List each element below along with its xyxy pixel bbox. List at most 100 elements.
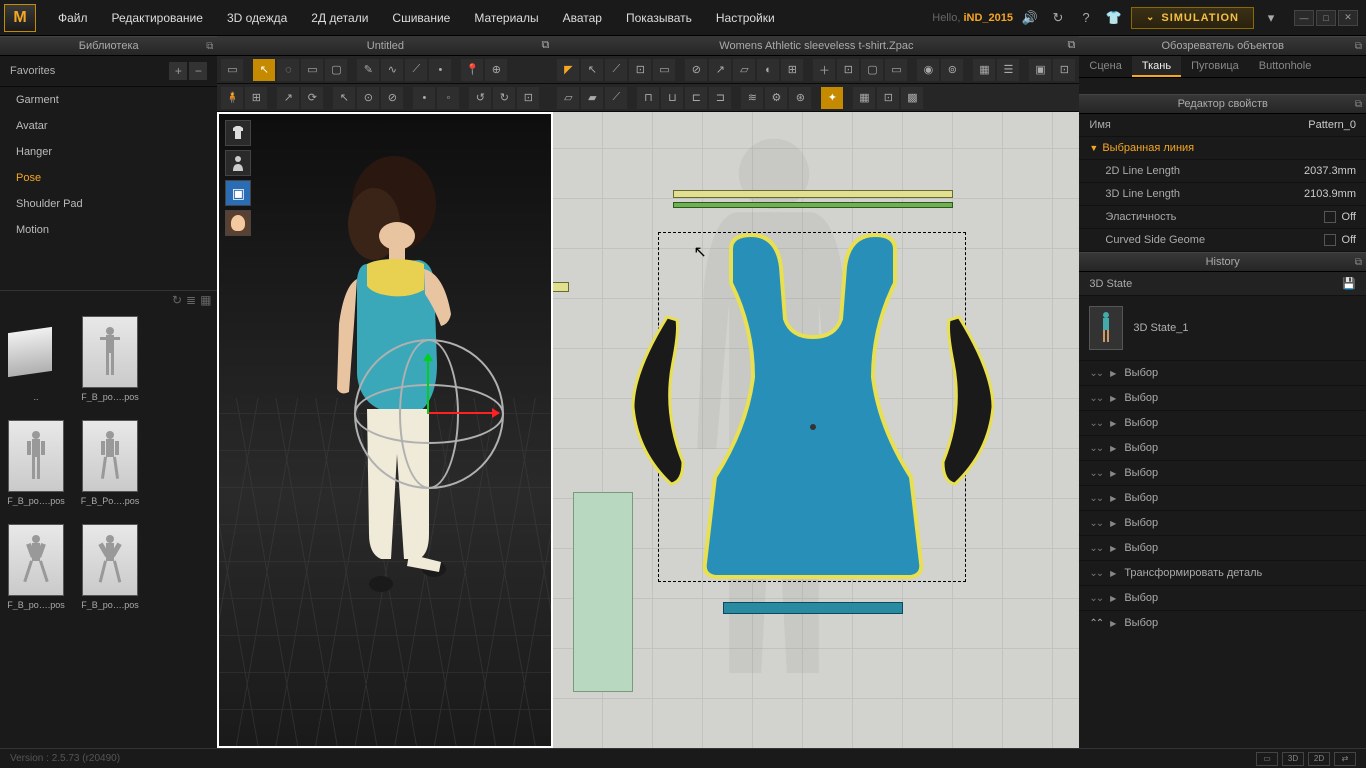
- tool2d-a[interactable]: ⊡: [629, 59, 651, 81]
- thumb-pose-1[interactable]: F_B_po….pos: [78, 316, 142, 402]
- checkbox-icon[interactable]: [1324, 234, 1336, 246]
- popout-icon[interactable]: ⧉: [1068, 39, 1076, 52]
- tool-d[interactable]: ⊙: [357, 87, 379, 109]
- layout-2d-button[interactable]: 2D: [1308, 752, 1330, 766]
- sew-a[interactable]: ▱: [557, 87, 579, 109]
- shirt-icon[interactable]: 👕: [1103, 7, 1125, 29]
- tool-move[interactable]: ↖: [253, 59, 275, 81]
- lib-item-avatar[interactable]: Avatar: [0, 113, 217, 139]
- thumb-folder-up[interactable]: ..: [4, 316, 68, 402]
- tool-select[interactable]: ▭: [221, 59, 243, 81]
- dropdown-icon[interactable]: ▾: [1260, 7, 1282, 29]
- pattern-shape-side-left[interactable]: [623, 312, 693, 492]
- state-thumbnail[interactable]: 3D State_1: [1085, 302, 1360, 354]
- add-favorite-button[interactable]: +: [169, 62, 187, 80]
- tab-scene[interactable]: Сцена: [1079, 56, 1131, 77]
- tool-lasso[interactable]: ◌: [277, 59, 299, 81]
- tool2d-l[interactable]: ⊚: [941, 59, 963, 81]
- menu-avatar[interactable]: Аватар: [553, 5, 612, 31]
- history-row[interactable]: ⌄⌄▶Трансформировать деталь: [1079, 560, 1366, 585]
- tool-b[interactable]: ⟳: [301, 87, 323, 109]
- remove-favorite-button[interactable]: −: [189, 62, 207, 80]
- tool-rect[interactable]: ▭: [301, 59, 323, 81]
- sew-d[interactable]: ⊓: [637, 87, 659, 109]
- sound-icon[interactable]: 🔊: [1019, 7, 1041, 29]
- minimize-button[interactable]: —: [1294, 10, 1314, 26]
- history-row[interactable]: ⌄⌄▶Выбор: [1079, 485, 1366, 510]
- layout-3d-button[interactable]: 3D: [1282, 752, 1304, 766]
- menu-materials[interactable]: Материалы: [464, 5, 548, 31]
- tool-f[interactable]: •: [413, 87, 435, 109]
- prop-elasticity[interactable]: ЭластичностьOff: [1079, 206, 1366, 229]
- popout-icon[interactable]: ⧉: [1355, 41, 1362, 52]
- prop-curved-side[interactable]: Curved Side GeomeOff: [1079, 229, 1366, 252]
- tool2d-m[interactable]: ▦: [973, 59, 995, 81]
- pattern-shape-main[interactable]: [673, 227, 953, 587]
- tool-box[interactable]: ▢: [325, 59, 347, 81]
- lib-item-hanger[interactable]: Hanger: [0, 139, 217, 165]
- history-row-current[interactable]: ⌃⌃▶Выбор: [1079, 610, 1366, 635]
- list-icon[interactable]: ≣: [186, 293, 196, 307]
- history-row[interactable]: ⌄⌄▶Выбор: [1079, 410, 1366, 435]
- lib-item-shoulder-pad[interactable]: Shoulder Pad: [0, 191, 217, 217]
- layout-swap-button[interactable]: ⇄: [1334, 752, 1356, 766]
- tool-tack[interactable]: ⊕: [485, 59, 507, 81]
- popout-icon[interactable]: ⧉: [1355, 99, 1362, 110]
- tab-button[interactable]: Пуговица: [1181, 56, 1249, 77]
- close-button[interactable]: ✕: [1338, 10, 1358, 26]
- tool-c[interactable]: ↖: [333, 87, 355, 109]
- tool-edit[interactable]: ⟋: [405, 59, 427, 81]
- thumb-pose-3[interactable]: F_B_Po….pos: [78, 420, 142, 506]
- sew-i[interactable]: ⚙: [765, 87, 787, 109]
- tool2d-n[interactable]: ☰: [997, 59, 1019, 81]
- tool-curve[interactable]: ∿: [381, 59, 403, 81]
- history-row[interactable]: ⌄⌄▶Выбор: [1079, 360, 1366, 385]
- tool-point[interactable]: •: [429, 59, 451, 81]
- pattern-shape-side-right[interactable]: [933, 312, 1003, 492]
- sew-m[interactable]: ⊡: [877, 87, 899, 109]
- tool2d-c[interactable]: ↗: [709, 59, 731, 81]
- sew-h[interactable]: ≋: [741, 87, 763, 109]
- menu-edit[interactable]: Редактирование: [102, 5, 213, 31]
- tool2d-d[interactable]: ▱: [733, 59, 755, 81]
- simulation-button[interactable]: ⌄SIMULATION: [1131, 7, 1254, 29]
- save-state-icon[interactable]: 💾: [1342, 277, 1356, 290]
- tool2d-p[interactable]: ⊡: [1053, 59, 1075, 81]
- tool2d-e[interactable]: ◐: [757, 59, 779, 81]
- history-row[interactable]: ⌄⌄▶Выбор: [1079, 535, 1366, 560]
- show-avatar[interactable]: 🧍: [221, 87, 243, 109]
- tool-a[interactable]: ↗: [277, 87, 299, 109]
- thumb-pose-4[interactable]: F_B_po….pos: [4, 524, 68, 610]
- lib-item-pose[interactable]: Pose: [0, 165, 217, 191]
- popout-icon[interactable]: ⧉: [542, 39, 550, 52]
- sew-k[interactable]: ✦: [821, 87, 843, 109]
- tab-buttonhole[interactable]: Buttonhole: [1249, 56, 1322, 77]
- tool2d-b[interactable]: ▭: [653, 59, 675, 81]
- lib-item-motion[interactable]: Motion: [0, 217, 217, 243]
- thumb-pose-2[interactable]: F_B_po….pos: [4, 420, 68, 506]
- menu-sewing[interactable]: Сшивание: [382, 5, 460, 31]
- tool2d-move[interactable]: ↖: [581, 59, 603, 81]
- tab-fabric[interactable]: Ткань: [1132, 56, 1181, 77]
- menu-show[interactable]: Показывать: [616, 5, 702, 31]
- prop-section[interactable]: ▼Выбранная линия: [1079, 137, 1366, 160]
- history-row[interactable]: ⌄⌄▶Выбор: [1079, 460, 1366, 485]
- menu-3d-clothes[interactable]: 3D одежда: [217, 5, 297, 31]
- lib-item-garment[interactable]: Garment: [0, 87, 217, 113]
- tool-i[interactable]: ↻: [493, 87, 515, 109]
- grid-icon[interactable]: ▦: [200, 293, 211, 307]
- tool2d-o[interactable]: ▣: [1029, 59, 1051, 81]
- layout-1-button[interactable]: ▭: [1256, 752, 1278, 766]
- tool2d-select[interactable]: ◤: [557, 59, 579, 81]
- tool2d-h[interactable]: ⊡: [837, 59, 859, 81]
- viewport-2d[interactable]: ↖: [553, 112, 1079, 748]
- menu-2d-details[interactable]: 2Д детали: [301, 5, 378, 31]
- tool2d-i[interactable]: ▢: [861, 59, 883, 81]
- menu-settings[interactable]: Настройки: [706, 5, 785, 31]
- transform-gizmo[interactable]: [349, 334, 509, 494]
- viewport-3d[interactable]: ▣: [217, 112, 553, 748]
- tool2d-j[interactable]: ▭: [885, 59, 907, 81]
- sew-l[interactable]: ▦: [853, 87, 875, 109]
- popout-icon[interactable]: ⧉: [1355, 257, 1362, 268]
- sew-g[interactable]: ⊐: [709, 87, 731, 109]
